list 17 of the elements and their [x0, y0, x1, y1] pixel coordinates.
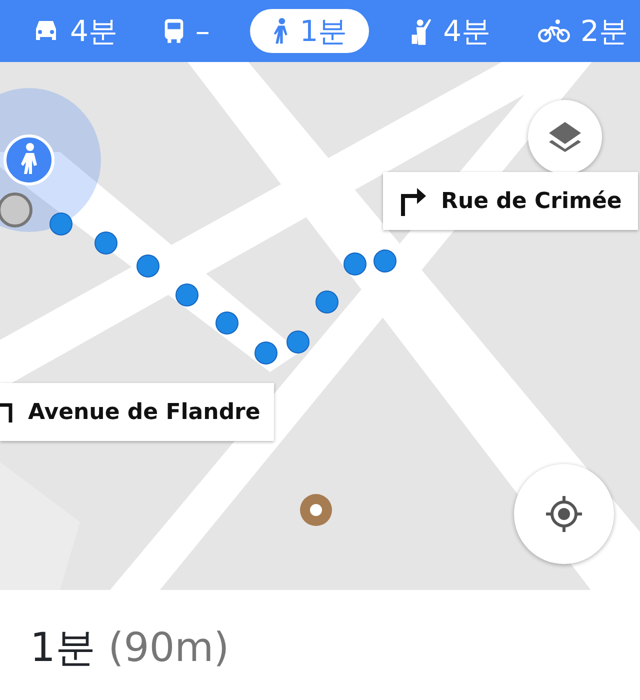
travel-mode-tab[interactable]: –	[157, 9, 216, 53]
travel-mode-tab[interactable]: 4분	[403, 9, 497, 53]
hailing-person-icon	[409, 16, 434, 46]
walking-person-icon	[272, 17, 290, 45]
layers-icon	[549, 122, 581, 152]
bicycle-icon	[536, 19, 571, 43]
distance-text: (90m)	[108, 625, 230, 671]
my-location-icon	[544, 494, 584, 534]
duration-text: 1분	[30, 625, 96, 671]
turn-right-icon	[399, 186, 427, 216]
travel-mode-tab[interactable]: 4분	[26, 9, 124, 53]
walking-person-icon	[4, 134, 54, 186]
travel-mode-tab[interactable]: 1분	[250, 9, 370, 53]
travel-mode-tab[interactable]: 2분	[530, 9, 634, 53]
street-name: Rue de Crimée	[441, 188, 622, 216]
street-name: Avenue de Flandre	[28, 398, 260, 426]
bus-icon	[163, 17, 186, 45]
